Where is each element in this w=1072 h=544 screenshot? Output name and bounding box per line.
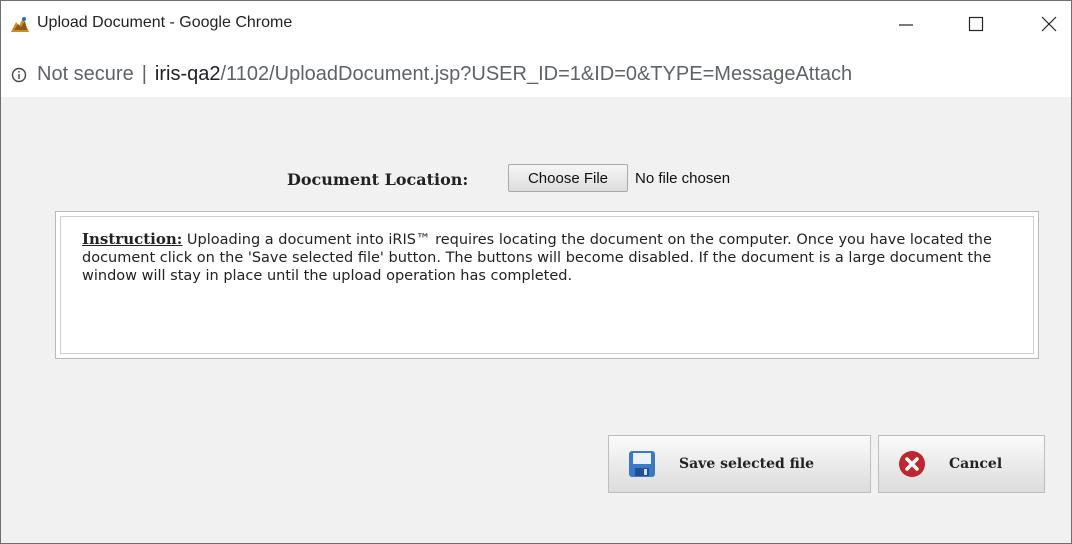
no-file-text: No file chosen [635,170,731,187]
address-bar[interactable]: Not secure | iris-qa2/1102/UploadDocument.… [1,61,1071,97]
url-text[interactable]: Not secure | iris-qa2/1102/UploadDocument.… [37,63,852,86]
minimize-icon [899,24,913,26]
app-icon [9,14,31,36]
minimize-button[interactable] [886,7,926,41]
address-separator: | [141,63,147,85]
instruction-body: Uploading a document into iRIS™ requires… [82,232,992,284]
floppy-disk-icon [627,449,657,479]
browser-window: Upload Document - Google Chrome Not secu… [0,0,1072,544]
instruction-heading: Instruction: [82,230,183,248]
url-host: iris-qa2 [154,63,221,85]
close-window-button[interactable] [1029,7,1069,41]
cancel-button-label: Cancel [949,456,1003,472]
save-button-label: Save selected file [679,456,815,472]
security-label: Not secure [37,63,134,85]
cancel-x-icon [897,449,927,479]
maximize-button[interactable] [956,7,996,41]
choose-file-button[interactable]: Choose File [508,164,628,192]
url-path: /1102/UploadDocument.jsp?USER_ID=1&ID=0&… [220,63,853,85]
instruction-panel: Instruction: Uploading a document into i… [55,211,1039,359]
info-icon[interactable] [11,67,27,83]
save-selected-file-button[interactable]: Save selected file [608,435,871,493]
instruction-text: Instruction: Uploading a document into i… [82,230,1012,285]
document-location-label: Document Location: [287,170,469,189]
window-title: Upload Document - Google Chrome [37,14,293,31]
cancel-button[interactable]: Cancel [878,435,1045,493]
maximize-icon [968,16,984,32]
page-content: Document Location: Choose File No file c… [1,98,1071,543]
close-icon [1041,16,1057,32]
title-bar: Upload Document - Google Chrome Not secu… [1,1,1071,97]
